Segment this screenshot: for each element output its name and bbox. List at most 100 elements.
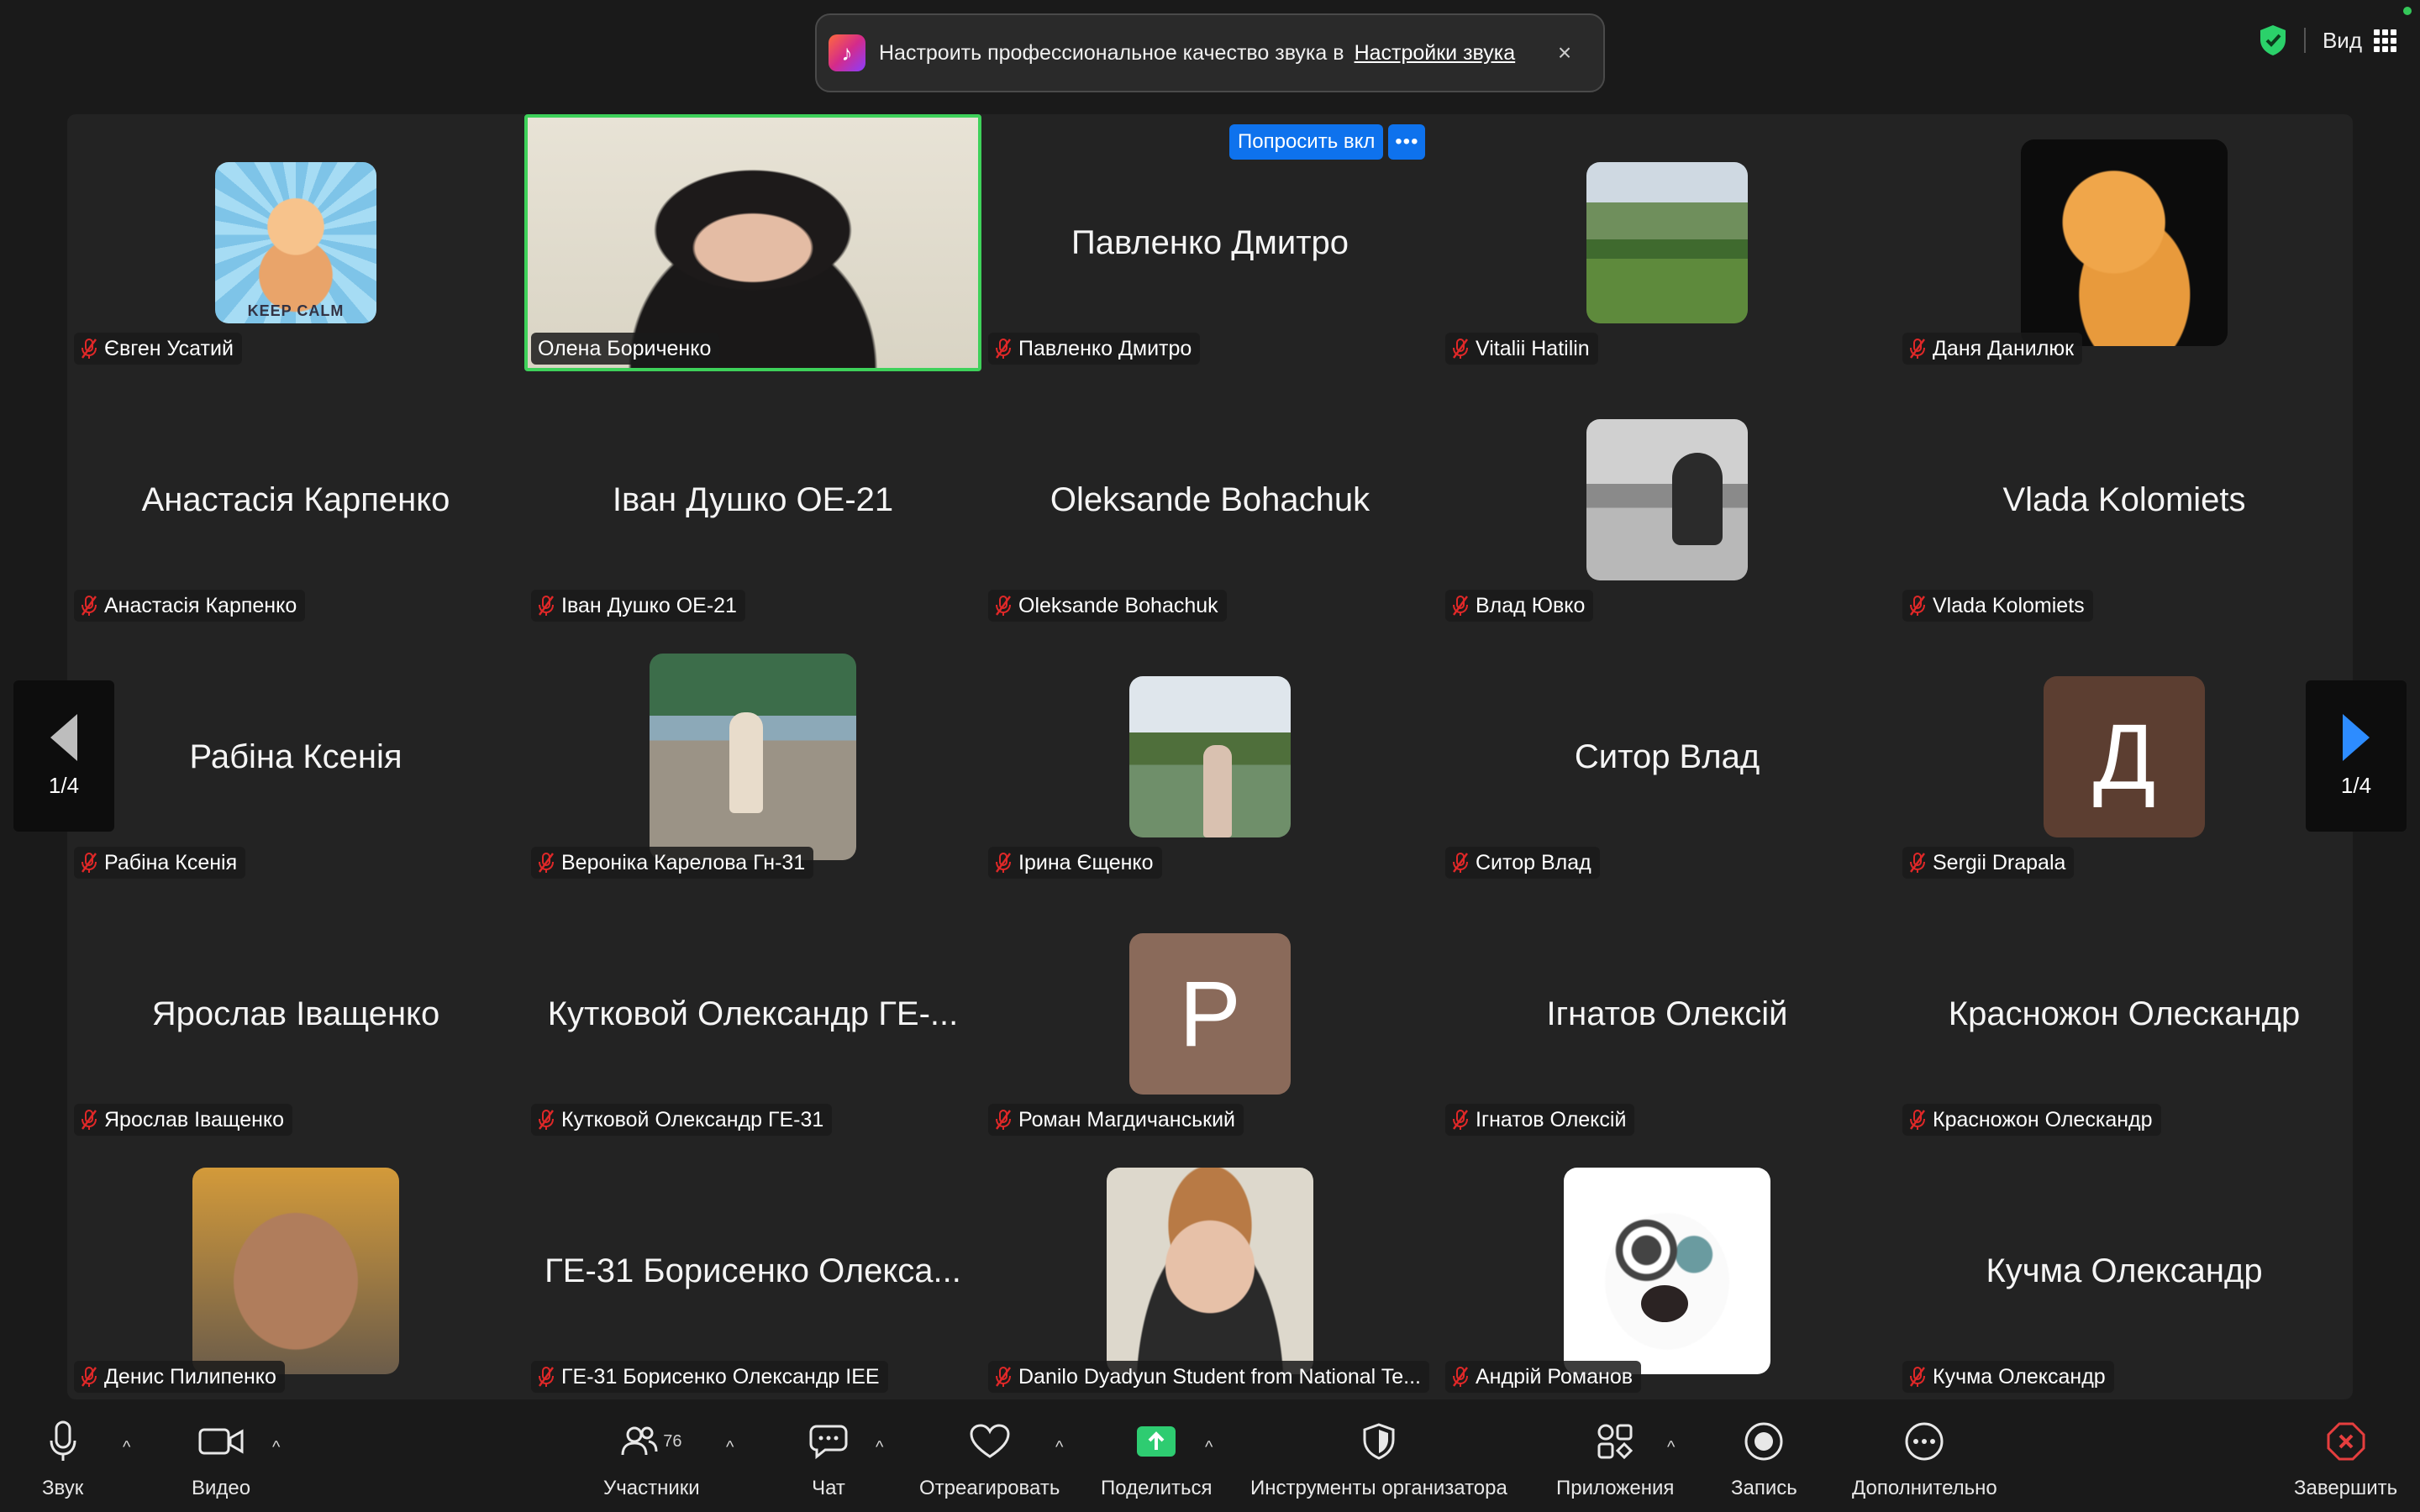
- encryption-shield-icon[interactable]: [2259, 24, 2287, 56]
- apps-options-chevron-icon[interactable]: ^: [1667, 1438, 1675, 1457]
- record-button[interactable]: Запись: [1731, 1416, 1797, 1500]
- react-options-chevron-icon[interactable]: ^: [1055, 1438, 1063, 1457]
- participant-name: Роман Магдичанський: [1018, 1107, 1236, 1131]
- participant-tile[interactable]: Vitalii Hatilin: [1439, 114, 1896, 371]
- participant-tile[interactable]: Даня Данилюк: [1896, 114, 2353, 371]
- participant-tile[interactable]: Ярослав Іващенко Ярослав Іващенко: [67, 885, 524, 1142]
- participant-name-label: Ірина Єщенко: [988, 847, 1162, 879]
- previous-page-button[interactable]: 1/4: [13, 680, 114, 832]
- mic-muted-icon: [1453, 853, 1468, 873]
- participant-tile[interactable]: Ігнатов Олексій Ігнатов Олексій: [1439, 885, 1896, 1142]
- participant-more-button[interactable]: •••: [1388, 124, 1426, 160]
- apps-button[interactable]: Приложения: [1556, 1416, 1674, 1500]
- record-icon: [1744, 1422, 1783, 1461]
- react-button[interactable]: Отреагировать: [919, 1416, 1060, 1500]
- more-label: Дополнительно: [1852, 1477, 1997, 1499]
- participant-name: Денис Пилипенко: [104, 1364, 276, 1389]
- participant-name: Ситор Влад: [1476, 850, 1591, 874]
- participant-name-label: Ігнатов Олексій: [1445, 1104, 1635, 1136]
- share-label: Поделиться: [1101, 1477, 1213, 1499]
- participant-tile[interactable]: Анастасія Карпенко Анастасія Карпенко: [67, 371, 524, 628]
- participant-name: Vitalii Hatilin: [1476, 336, 1590, 360]
- participants-label: Участники: [603, 1477, 700, 1499]
- ask-to-unmute-button[interactable]: Попросить вкл: [1229, 124, 1384, 160]
- video-options-chevron-icon[interactable]: ^: [272, 1438, 280, 1457]
- avatar-photo: [2021, 139, 2228, 346]
- participant-name-label: Кутковой Олександр ГЕ-31: [531, 1104, 833, 1136]
- ask-unmute-controls: Попросить вкл •••: [1229, 124, 1426, 160]
- participant-tile[interactable]: Danilo Dyadyun Student from National Te.…: [981, 1142, 1439, 1399]
- avatar-photo: [1107, 1168, 1313, 1374]
- participant-name: Рабіна Ксенія: [104, 850, 238, 874]
- participant-tile[interactable]: Рабіна Ксенія Рабіна Ксенія: [67, 628, 524, 885]
- participant-tile[interactable]: Vlada Kolomiets Vlada Kolomiets: [1896, 371, 2353, 628]
- participant-tile[interactable]: Андрій Романов: [1439, 1142, 1896, 1399]
- participant-name: Oleksande Bohachuk: [1018, 593, 1218, 617]
- avatar-letter: P: [1129, 933, 1291, 1095]
- notification-close-icon[interactable]: ×: [1548, 39, 1581, 66]
- mic-muted-icon: [82, 853, 97, 873]
- top-right-controls: Вид: [2259, 24, 2396, 57]
- share-options-chevron-icon[interactable]: ^: [1205, 1438, 1213, 1457]
- participant-tile[interactable]: Іван Душко ОЕ-21 Іван Душко ОЕ-21: [524, 371, 981, 628]
- participant-tile[interactable]: P Роман Магдичанський: [981, 885, 1439, 1142]
- participant-tile[interactable]: Влад Ювко: [1439, 371, 1896, 628]
- mic-muted-icon: [82, 339, 97, 359]
- participant-tile[interactable]: Денис Пилипенко: [67, 1142, 524, 1399]
- more-button[interactable]: Дополнительно: [1852, 1416, 1997, 1500]
- participants-button[interactable]: 76 Участники: [603, 1416, 700, 1500]
- participant-tile[interactable]: Олена Бориченко: [524, 114, 981, 371]
- heart-icon: [970, 1424, 1010, 1458]
- avatar-photo: [1129, 676, 1291, 837]
- audio-options-chevron-icon[interactable]: ^: [123, 1438, 130, 1457]
- participant-tile[interactable]: Ситор Влад Ситор Влад: [1439, 628, 1896, 885]
- status-dot: [2403, 7, 2412, 15]
- participant-name-label: Danilo Dyadyun Student from National Te.…: [988, 1361, 1429, 1393]
- meeting-toolbar: Звук ^ Видео ^ 76 Участники ^ Чат ^ Отре…: [0, 1399, 2420, 1512]
- mic-muted-icon: [1453, 1110, 1468, 1130]
- video-button[interactable]: Видео: [192, 1416, 250, 1500]
- keep-calm-text: KEEP CALM: [247, 302, 345, 319]
- mic-muted-icon: [996, 1367, 1011, 1387]
- participant-tile[interactable]: Красножон Олескандр Красножон Олескандр: [1896, 885, 2353, 1142]
- chat-options-chevron-icon[interactable]: ^: [876, 1438, 883, 1457]
- participant-name-label: Вероніка Карелова Гн-31: [531, 847, 814, 879]
- participants-options-chevron-icon[interactable]: ^: [726, 1438, 734, 1457]
- end-meeting-icon: [2327, 1422, 2365, 1461]
- host-tools-button[interactable]: Инструменты организатора: [1250, 1416, 1507, 1500]
- participant-tile[interactable]: Ірина Єщенко: [981, 628, 1439, 885]
- participant-name-label: Анастасія Карпенко: [74, 590, 306, 622]
- participant-tile[interactable]: KEEP CALM Євген Усатий: [67, 114, 524, 371]
- participant-tile[interactable]: Д Sergii Drapala: [1896, 628, 2353, 885]
- participant-name-label: ГЕ-31 Борисенко Олександр IEE: [531, 1361, 888, 1393]
- participant-name: Даня Данилюк: [1933, 336, 2075, 360]
- participant-tile[interactable]: Кутковой Олександр ГЕ-... Кутковой Олекса…: [524, 885, 981, 1142]
- more-dots-icon: [1905, 1422, 1944, 1461]
- participant-name-label: Vitalii Hatilin: [1445, 333, 1598, 365]
- view-button[interactable]: Вид: [2323, 28, 2396, 54]
- participant-tile[interactable]: Кучма Олександр Кучма Олександр: [1896, 1142, 2353, 1399]
- participant-tile[interactable]: ГЕ-31 Борисенко Олекса... ГЕ-31 Борисенко…: [524, 1142, 981, 1399]
- participant-name-label: Роман Магдичанський: [988, 1104, 1244, 1136]
- share-button[interactable]: Поделиться: [1101, 1416, 1213, 1500]
- host-shield-icon: [1363, 1423, 1395, 1460]
- avatar-photo: [192, 1168, 399, 1374]
- mic-muted-icon: [996, 596, 1011, 616]
- chat-button[interactable]: Чат: [808, 1416, 849, 1500]
- avatar-letter: Д: [2044, 676, 2205, 837]
- avatar-photo: [1586, 162, 1748, 323]
- participant-tile[interactable]: Oleksande Bohachuk Oleksande Bohachuk: [981, 371, 1439, 628]
- music-app-icon: ♪: [829, 34, 865, 71]
- next-page-button[interactable]: 1/4: [2306, 680, 2407, 832]
- mic-muted-icon: [539, 1367, 554, 1387]
- chat-label: Чат: [812, 1477, 845, 1499]
- participant-name-label: Кучма Олександр: [1902, 1361, 2114, 1393]
- audio-settings-link[interactable]: Настройки звука: [1355, 41, 1516, 66]
- participant-tile[interactable]: Вероніка Карелова Гн-31: [524, 628, 981, 885]
- mic-muted-icon: [996, 1110, 1011, 1130]
- audio-button[interactable]: Звук: [42, 1416, 83, 1500]
- notification-text: Настроить профессиональное качество звук…: [879, 40, 1344, 65]
- end-meeting-button[interactable]: Завершить: [2294, 1416, 2397, 1500]
- arrow-right-icon: [2343, 713, 2370, 761]
- participants-count: 76: [663, 1431, 682, 1451]
